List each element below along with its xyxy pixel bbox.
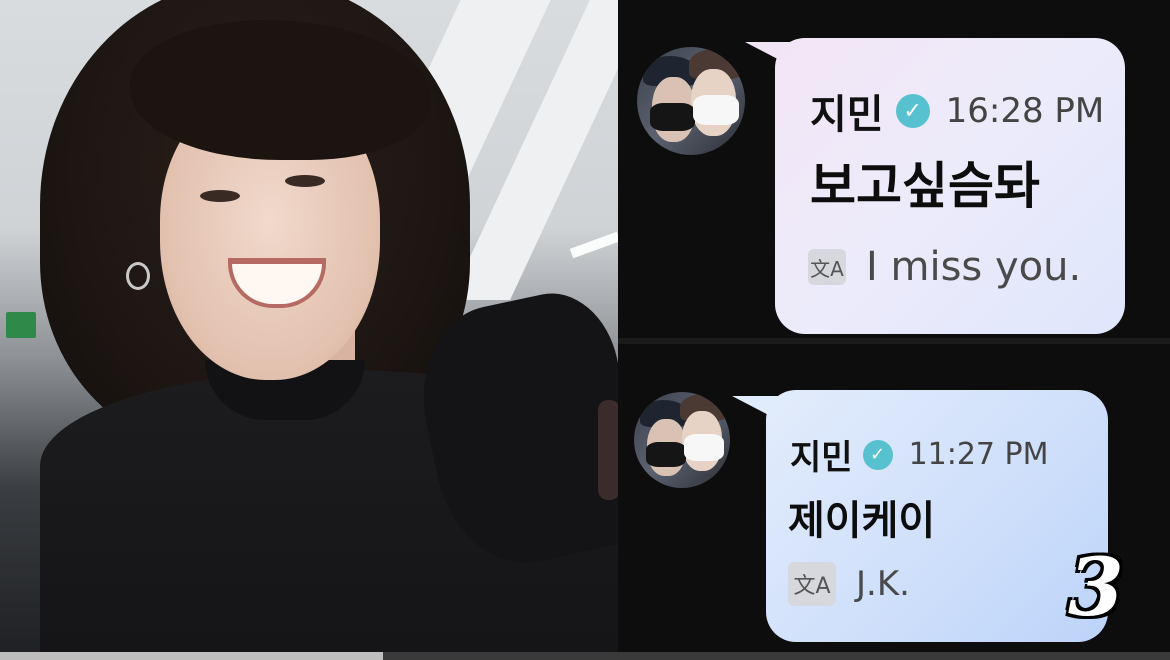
video-progress-fill [0,652,383,660]
translation-text: I miss you. [866,244,1082,290]
message-text: 보고싶슴돠 [810,157,1040,215]
message-header: 지민 ✓ 11:27 PM [790,430,1049,479]
arm-tattoo [598,400,618,500]
translation-text: J.K. [856,564,910,604]
translation-row[interactable]: 文A J.K. [788,562,910,606]
sender-avatar[interactable] [637,47,745,155]
translate-icon[interactable]: 文A [808,249,846,285]
overlay-number: 3 [1068,540,1124,634]
ceiling-light [569,231,618,259]
earring [126,262,150,290]
sender-name: 지민 [810,92,884,138]
selfie-photo [0,0,618,652]
message-time: 11:27 PM [908,437,1049,472]
left-eye [200,190,240,202]
message-time: 16:28 PM [945,91,1105,131]
sender-name: 지민 [790,438,853,478]
exit-sign [6,312,36,338]
translate-icon[interactable]: 文A [788,562,836,606]
check-badge-icon: ✓ [862,439,893,470]
message-text: 제이케이 [788,498,936,544]
translation-row[interactable]: 文A I miss you. [808,244,1081,290]
message-header: 지민 ✓ 16:28 PM [810,82,1104,140]
check-badge-icon: ✓ [895,94,930,128]
video-progress-bar[interactable] [0,652,1170,660]
sender-avatar[interactable] [634,392,730,488]
right-eye [285,175,325,187]
